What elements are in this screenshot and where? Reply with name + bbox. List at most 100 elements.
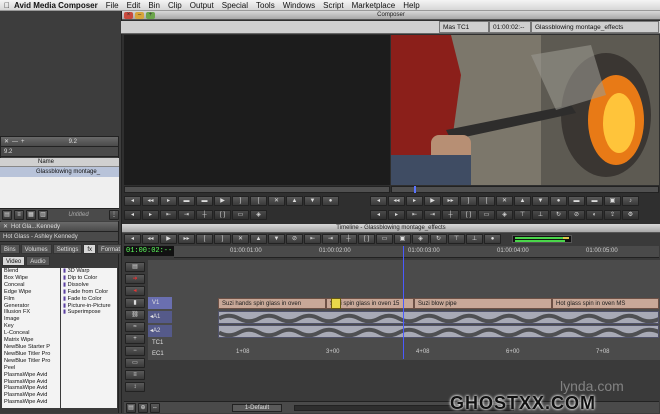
apple-icon[interactable]:  bbox=[0, 1, 14, 10]
audio-wave-icon[interactable]: ≈ bbox=[125, 322, 145, 332]
tl-extract-button[interactable]: ▼ bbox=[268, 234, 285, 244]
record-tc-menu[interactable]: Mas TC1 bbox=[439, 21, 489, 33]
tl-top-button[interactable]: ⊤ bbox=[448, 234, 465, 244]
link-icon[interactable]: ⛓ bbox=[125, 310, 145, 320]
tab-format[interactable]: Format bbox=[97, 244, 125, 254]
project-close-icon[interactable]: ✕ bbox=[3, 222, 8, 231]
list-item[interactable]: PlasmaWipe Avid bbox=[2, 372, 60, 379]
tl-render-button[interactable]: ▣ bbox=[394, 234, 411, 244]
mark-out-button[interactable]: ] bbox=[232, 196, 249, 206]
bin-script-view-icon[interactable]: ▥ bbox=[38, 210, 48, 220]
rec-mark-out-button[interactable]: ] bbox=[460, 196, 477, 206]
tl-clear-button[interactable]: ✕ bbox=[232, 234, 249, 244]
jog-fwd-button[interactable]: ▸ bbox=[142, 210, 159, 220]
record-track-icon[interactable]: ➜ bbox=[125, 274, 145, 284]
record-monitor[interactable] bbox=[391, 35, 659, 185]
list-item[interactable]: Blend bbox=[2, 268, 60, 275]
track-tc1[interactable]: TC1 bbox=[148, 338, 172, 348]
add-edit-button[interactable]: ┼ bbox=[196, 210, 213, 220]
track-ec1[interactable]: EC1 bbox=[148, 349, 172, 359]
list-item[interactable]: ▮ Picture-in-Picture bbox=[61, 303, 117, 310]
effect-list[interactable]: ▮ 3D Warp ▮ Dip to Color ▮ Dissolve ▮ Fa… bbox=[61, 268, 117, 408]
list-item[interactable]: Conceal bbox=[2, 282, 60, 289]
track-a1[interactable]: ◂A1 bbox=[148, 311, 172, 323]
tl-step-button[interactable]: ◂◂ bbox=[142, 234, 159, 244]
segment-button[interactable]: ▭ bbox=[232, 210, 249, 220]
rec-mixdown-button[interactable]: ◐ bbox=[586, 210, 603, 220]
bin-close-icon[interactable]: ✕ bbox=[4, 137, 9, 146]
menu-tools[interactable]: Tools bbox=[256, 1, 275, 10]
tl-play-button[interactable]: ▶ bbox=[160, 234, 177, 244]
menu-edit[interactable]: Edit bbox=[127, 1, 141, 10]
clip-video[interactable]: Suzi hands spin glass in oven bbox=[218, 298, 326, 309]
tl-lift-button[interactable]: ▲ bbox=[250, 234, 267, 244]
effect-category-list[interactable]: Blend Box Wipe Conceal Edge Wipe Film Ge… bbox=[2, 268, 60, 408]
timeline-zoom-icon[interactable]: ⊕ bbox=[138, 402, 148, 413]
menu-output[interactable]: Output bbox=[190, 1, 214, 10]
rec-bottom-button[interactable]: ⊥ bbox=[532, 210, 549, 220]
track-area[interactable] bbox=[148, 260, 660, 360]
bin-item-sequence[interactable]: Glassblowing montage_ bbox=[0, 167, 119, 177]
tl-segment-button[interactable]: ▭ bbox=[376, 234, 393, 244]
minimize-button[interactable]: – bbox=[135, 12, 144, 19]
list-item[interactable]: Key bbox=[2, 323, 60, 330]
tl-bottom-button[interactable]: ⊥ bbox=[466, 234, 483, 244]
bin-minus-icon[interactable]: — bbox=[12, 137, 18, 146]
play-button[interactable]: ▶ bbox=[214, 196, 231, 206]
project-tab[interactable]: Hot Gla...Kennedy bbox=[11, 222, 60, 231]
tl-go-out-button[interactable]: ⇥ bbox=[322, 234, 339, 244]
sequence-name[interactable]: Glassblowing montage_effects bbox=[531, 21, 659, 33]
zoom-out-icon[interactable]: − bbox=[125, 346, 145, 356]
scroll-icon[interactable]: ↕ bbox=[125, 382, 145, 392]
bin-view-name[interactable]: Untitled bbox=[50, 212, 107, 218]
list-item[interactable]: PlasmaWipe Avid bbox=[2, 385, 60, 392]
rec-extract-button[interactable]: ▼ bbox=[532, 196, 549, 206]
clip-audio-a1[interactable] bbox=[218, 311, 659, 324]
zoom-button[interactable]: + bbox=[146, 12, 155, 19]
bin-list[interactable]: Glassblowing montage_ bbox=[0, 167, 119, 208]
list-item[interactable]: ▮ Superimpose bbox=[61, 309, 117, 316]
list-item[interactable]: ▮ Fade to Color bbox=[61, 296, 117, 303]
timeline-view-menu[interactable]: 1-Default bbox=[232, 403, 282, 412]
list-item[interactable]: Matrix Wipe bbox=[2, 337, 60, 344]
rec-mark-in-button[interactable]: ◂ bbox=[370, 196, 387, 206]
rec-overwrite-button[interactable]: ▬ bbox=[586, 196, 603, 206]
track-panel-icon[interactable]: ▤ bbox=[125, 262, 145, 272]
splice-button[interactable]: ▬ bbox=[178, 196, 195, 206]
menu-app[interactable]: Avid Media Composer bbox=[14, 1, 98, 10]
bin-brief-view-icon[interactable]: ▤ bbox=[2, 210, 12, 220]
tab-settings[interactable]: Settings bbox=[52, 244, 83, 254]
list-item[interactable]: PlasmaWipe Avid bbox=[2, 392, 60, 399]
menu-special[interactable]: Special bbox=[222, 1, 248, 10]
rec-loop-button[interactable]: ↻ bbox=[550, 210, 567, 220]
rec-jog-back-button[interactable]: ◂ bbox=[370, 210, 387, 220]
menu-help[interactable]: Help bbox=[403, 1, 419, 10]
tl-out-button[interactable]: ] bbox=[214, 234, 231, 244]
go-in-button[interactable]: ⇤ bbox=[160, 210, 177, 220]
overwrite-button[interactable]: ▬ bbox=[196, 196, 213, 206]
tl-jog-back-button[interactable]: ◂ bbox=[124, 234, 141, 244]
tl-mute-button[interactable]: ⊘ bbox=[286, 234, 303, 244]
bin-frame-view-icon[interactable]: ▦ bbox=[26, 210, 36, 220]
rec-clip-button[interactable]: [ bbox=[478, 196, 495, 206]
rec-wrench-button[interactable]: ⚙ bbox=[622, 210, 639, 220]
mark-clip-button[interactable]: [ bbox=[250, 196, 267, 206]
track-v1[interactable]: V1 bbox=[148, 297, 172, 309]
tl-trim-button[interactable]: [ ] bbox=[358, 234, 375, 244]
track-a2[interactable]: ◂A2 bbox=[148, 325, 172, 337]
extract-button[interactable]: ▼ bbox=[304, 196, 321, 206]
rec-clear-button[interactable]: ✕ bbox=[496, 196, 513, 206]
menu-script[interactable]: Script bbox=[323, 1, 343, 10]
list-item[interactable]: Box Wipe bbox=[2, 275, 60, 282]
clear-button[interactable]: ✕ bbox=[268, 196, 285, 206]
record-position-bar[interactable] bbox=[391, 186, 659, 193]
source-position-bar[interactable] bbox=[124, 186, 390, 193]
record-position-indicator[interactable] bbox=[414, 186, 416, 193]
list-item[interactable]: L-Conceal bbox=[2, 330, 60, 337]
zoom-in-icon[interactable]: + bbox=[125, 334, 145, 344]
tl-in-button[interactable]: [ bbox=[196, 234, 213, 244]
list-item[interactable]: NewBlue Titler Pro bbox=[2, 358, 60, 365]
effect-mode-button[interactable]: ◈ bbox=[250, 210, 267, 220]
tl-effect-button[interactable]: ◈ bbox=[412, 234, 429, 244]
list-item[interactable]: NewBlue Titler Pro bbox=[2, 351, 60, 358]
